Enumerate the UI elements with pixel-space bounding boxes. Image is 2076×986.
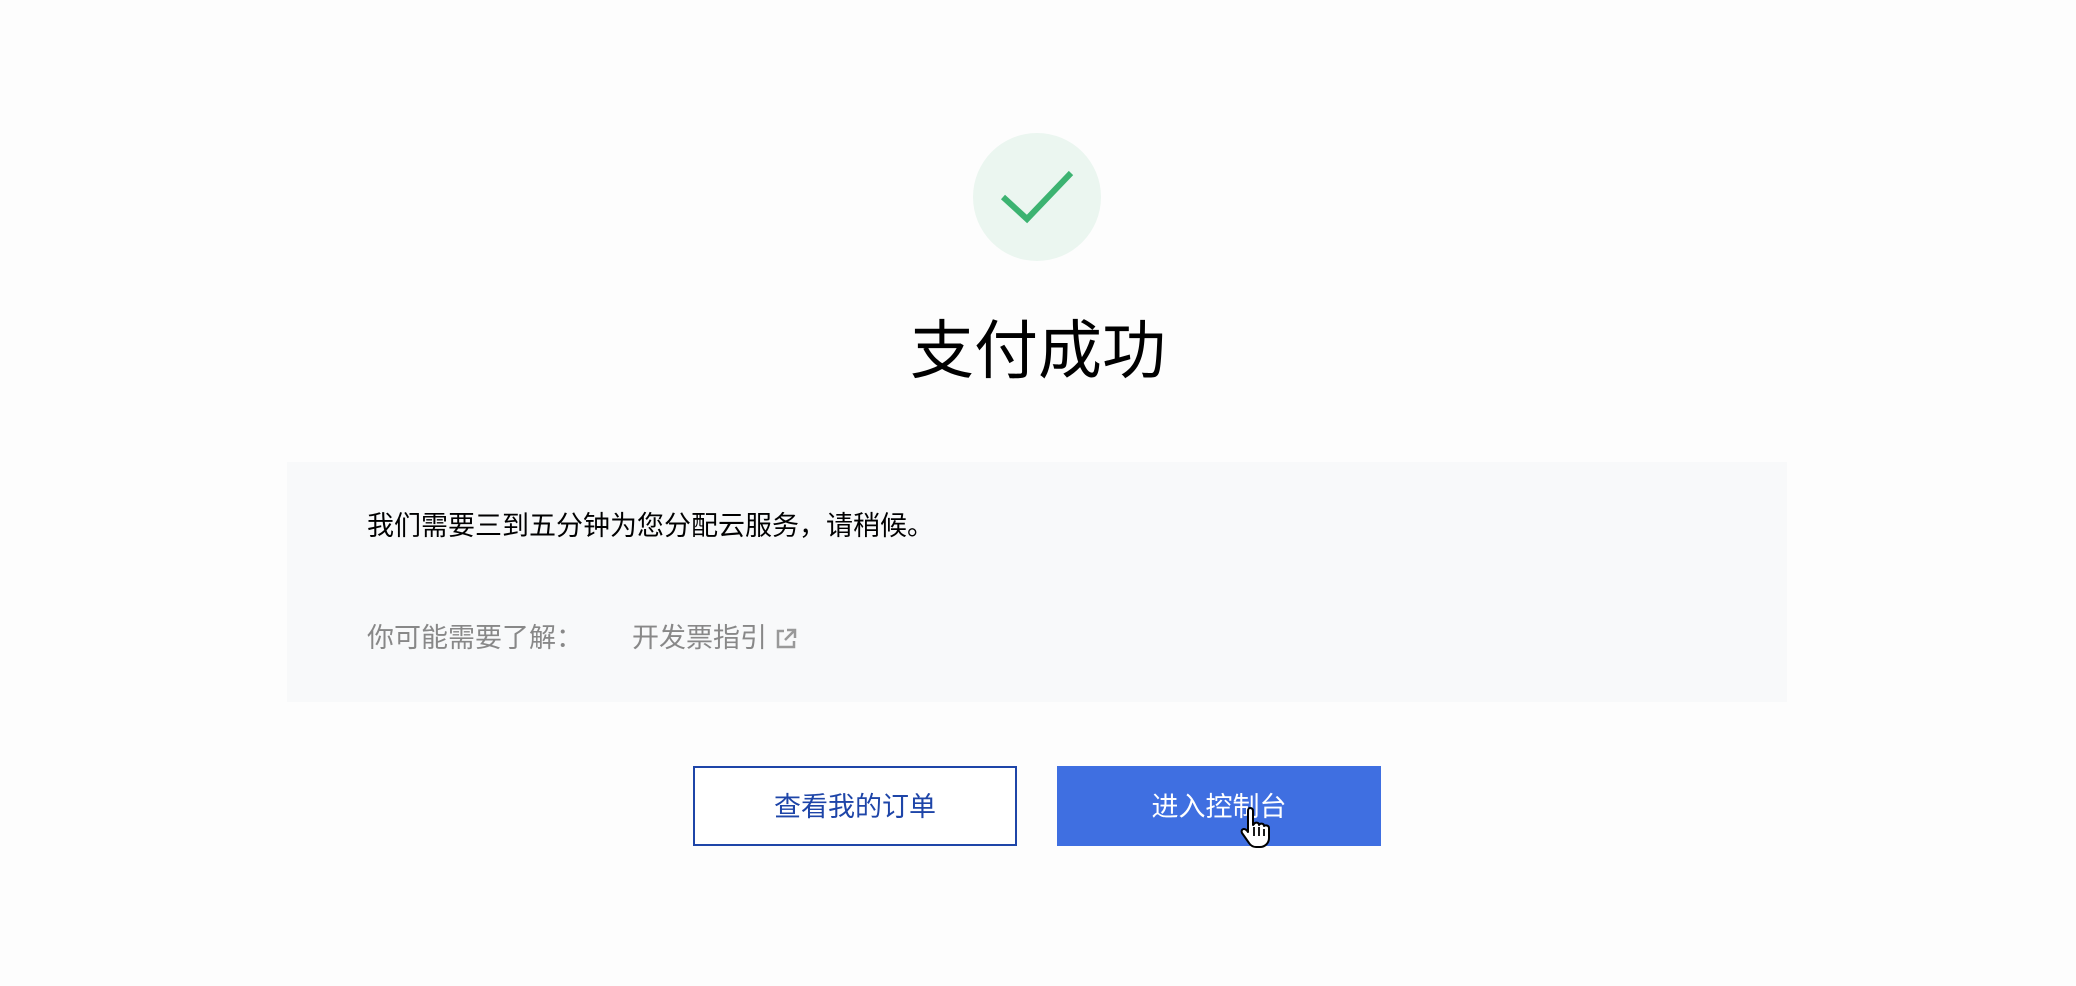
info-panel: 我们需要三到五分钟为您分配云服务，请稍候。 你可能需要了解： 开发票指引 [287, 462, 1787, 702]
hint-label: 你可能需要了解： [367, 623, 583, 654]
enter-console-button[interactable]: 进入控制台 [1057, 766, 1381, 846]
success-badge [973, 133, 1101, 261]
hand-pointer-icon [1240, 807, 1270, 848]
allocation-message: 我们需要三到五分钟为您分配云服务，请稍候。 [367, 511, 934, 542]
hint-row: 你可能需要了解： 开发票指引 [367, 619, 797, 659]
external-link-icon [776, 628, 797, 649]
invoice-guide-label: 开发票指引 [632, 623, 767, 654]
page-title: 支付成功 [910, 315, 1166, 389]
view-orders-button[interactable]: 查看我的订单 [693, 766, 1017, 846]
payment-success-page: 支付成功 我们需要三到五分钟为您分配云服务，请稍候。 你可能需要了解： 开发票指… [0, 0, 2076, 986]
check-icon [1000, 170, 1074, 224]
invoice-guide-link[interactable]: 开发票指引 [632, 619, 797, 659]
